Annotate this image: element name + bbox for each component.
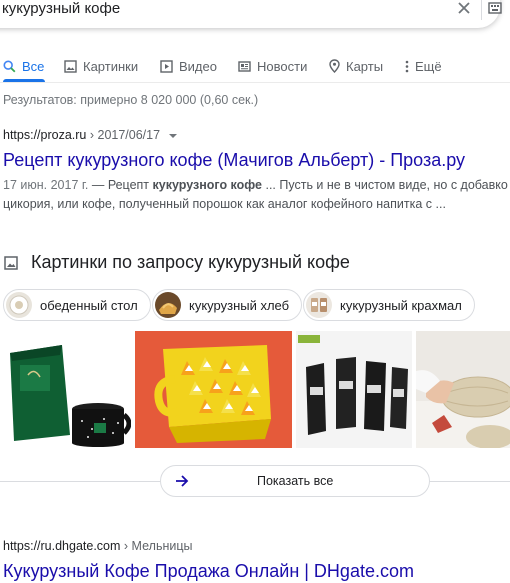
- chip-thumbnail: [306, 292, 332, 318]
- image-result-coffee-bag-mug[interactable]: [0, 331, 131, 448]
- tab-images-label: Картинки: [83, 58, 139, 74]
- tabs-divider: [0, 82, 510, 83]
- chip-dining-table[interactable]: обеденный стол: [3, 289, 151, 321]
- tab-video[interactable]: Видео: [160, 52, 217, 80]
- keyboard-icon[interactable]: [488, 2, 502, 14]
- result-url[interactable]: https://ru.dhgate.com › Мельницы: [3, 539, 192, 553]
- image-result-coffee-packs[interactable]: [296, 331, 412, 448]
- chip-label: кукурузный крахмал: [340, 297, 462, 313]
- search-icon: [3, 59, 16, 72]
- image-result-kitchen[interactable]: [416, 331, 510, 448]
- show-all-button[interactable]: Показать все: [160, 465, 430, 497]
- image-icon: [4, 256, 18, 270]
- chip-cornbread[interactable]: кукурузный хлеб: [152, 289, 303, 321]
- snippet-text: цикория, или кофе, полученный порошок ка…: [3, 197, 446, 211]
- result-title-link[interactable]: Кукурузный Кофе Продажа Онлайн | DHgate.…: [3, 561, 414, 582]
- tab-maps[interactable]: Карты: [329, 52, 383, 80]
- chip-label: обеденный стол: [40, 297, 138, 313]
- result-path: › Мельницы: [123, 539, 193, 553]
- show-all-label: Показать все: [257, 474, 334, 488]
- chip-label: кукурузный хлеб: [189, 297, 290, 313]
- snippet-highlight: кукурузного кофе: [152, 178, 263, 192]
- search-tabs: Все Картинки Видео Новости Карты Ещё: [0, 52, 510, 82]
- clear-icon[interactable]: [456, 0, 472, 16]
- chip-thumbnail: [6, 292, 32, 318]
- arrow-right-icon: [176, 475, 189, 487]
- more-vert-icon: [405, 60, 409, 72]
- chip-cornstarch[interactable]: кукурузный крахмал: [303, 289, 475, 321]
- result-url[interactable]: https://proza.ru › 2017/06/17: [3, 128, 178, 142]
- tab-news-label: Новости: [257, 58, 308, 74]
- tab-more[interactable]: Ещё: [405, 52, 442, 80]
- result-site: https://ru.dhgate.com: [3, 539, 121, 553]
- video-icon: [160, 59, 173, 73]
- caret-down-icon[interactable]: [168, 133, 178, 139]
- tab-news[interactable]: Новости: [238, 52, 307, 80]
- result-path: › 2017/06/17: [89, 128, 161, 142]
- news-icon: [238, 60, 251, 72]
- tab-more-label: Ещё: [415, 58, 442, 74]
- image-result-candy-corn[interactable]: [135, 331, 292, 448]
- result-site: https://proza.ru: [3, 128, 87, 142]
- search-bar-divider: [481, 0, 482, 20]
- search-input[interactable]: кукурузный кофе: [2, 0, 120, 17]
- result-snippet: 17 июн. 2017 г. — Рецепт кукурузного коф…: [3, 176, 508, 214]
- map-pin-icon: [329, 59, 340, 73]
- chip-thumbnail: [155, 292, 181, 318]
- tab-images[interactable]: Картинки: [64, 52, 138, 80]
- result-title-link[interactable]: Рецепт кукурузного кофе (Мачигов Альберт…: [3, 150, 465, 171]
- snippet-text: — Рецепт: [88, 178, 153, 192]
- tab-all[interactable]: Все: [3, 52, 44, 80]
- result-date: 17 июн. 2017 г.: [3, 178, 89, 192]
- image-icon: [64, 59, 77, 73]
- result-stats: Результатов: примерно 8 020 000 (0,60 се…: [3, 93, 259, 107]
- tab-all-label: Все: [22, 58, 45, 74]
- snippet-text: ... Пусть и не в чистом виде, но с добав…: [262, 178, 508, 192]
- tab-video-label: Видео: [179, 58, 217, 74]
- images-section-title: Картинки по запросу кукурузный кофе: [31, 252, 350, 272]
- tab-maps-label: Карты: [346, 58, 384, 74]
